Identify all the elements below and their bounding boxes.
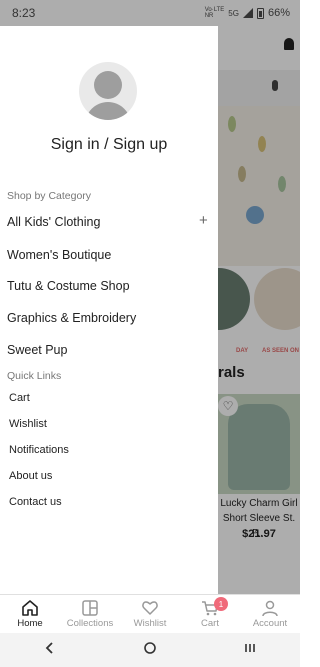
tab-label: Cart — [201, 618, 219, 629]
battery-icon — [256, 7, 264, 19]
battery-level: 66% — [267, 7, 290, 19]
tab-wishlist[interactable]: Wishlist — [120, 595, 180, 633]
sign-in-link[interactable]: Sign in / Sign up — [0, 136, 218, 154]
expand-plus-icon[interactable]: + — [199, 212, 208, 229]
tab-label: Wishlist — [133, 618, 167, 629]
tab-label: Home — [17, 618, 43, 629]
avatar[interactable] — [79, 62, 137, 120]
quick-link-contact-us[interactable]: Contact us — [9, 496, 62, 508]
quick-links-header: Quick Links — [7, 370, 62, 382]
network-label-bottom: NR — [204, 13, 214, 19]
status-bar: 8:23 Vo·LTE NR 5G 66% — [0, 0, 300, 26]
network-label: Vo·LTE NR — [205, 7, 225, 19]
category-header: Shop by Category — [7, 190, 92, 202]
tab-collections[interactable]: Collections — [60, 595, 120, 633]
back-icon[interactable] — [43, 641, 57, 660]
avatar-head — [94, 71, 122, 99]
status-time: 8:23 — [12, 6, 36, 20]
avatar-body — [85, 102, 131, 120]
category-womens-boutique[interactable]: Women's Boutique — [7, 248, 111, 262]
status-icons: Vo·LTE NR 5G 66% — [205, 7, 290, 19]
tab-label: Collections — [66, 618, 114, 629]
collections-icon — [80, 599, 100, 617]
quick-link-wishlist[interactable]: Wishlist — [9, 418, 47, 430]
navigation-drawer: Sign in / Sign up Shop by Category All K… — [0, 26, 218, 594]
quick-link-about-us[interactable]: About us — [9, 470, 52, 482]
home-icon — [20, 599, 40, 617]
recents-icon[interactable] — [243, 641, 257, 660]
bottom-nav: Home Collections Wishlist 1 Cart Account — [0, 594, 300, 633]
tab-label: Account — [252, 618, 288, 629]
tab-home[interactable]: Home — [0, 595, 60, 633]
tab-cart[interactable]: 1 Cart — [180, 595, 240, 633]
home-circle-icon[interactable] — [143, 641, 157, 660]
signal-icon — [242, 8, 253, 18]
system-nav-bar — [0, 633, 300, 667]
category-all-kids-clothing[interactable]: All Kids' Clothing — [7, 215, 100, 229]
network-type: 5G — [228, 8, 239, 18]
category-sweet-pup[interactable]: Sweet Pup — [7, 343, 67, 357]
quick-link-notifications[interactable]: Notifications — [9, 444, 69, 456]
category-graphics-embroidery[interactable]: Graphics & Embroidery — [7, 311, 136, 325]
account-icon — [260, 599, 280, 617]
cart-badge: 1 — [214, 597, 228, 611]
quick-link-cart[interactable]: Cart — [9, 392, 30, 404]
heart-icon — [140, 599, 160, 617]
category-tutu-costume-shop[interactable]: Tutu & Costume Shop — [7, 279, 130, 293]
tab-account[interactable]: Account — [240, 595, 300, 633]
